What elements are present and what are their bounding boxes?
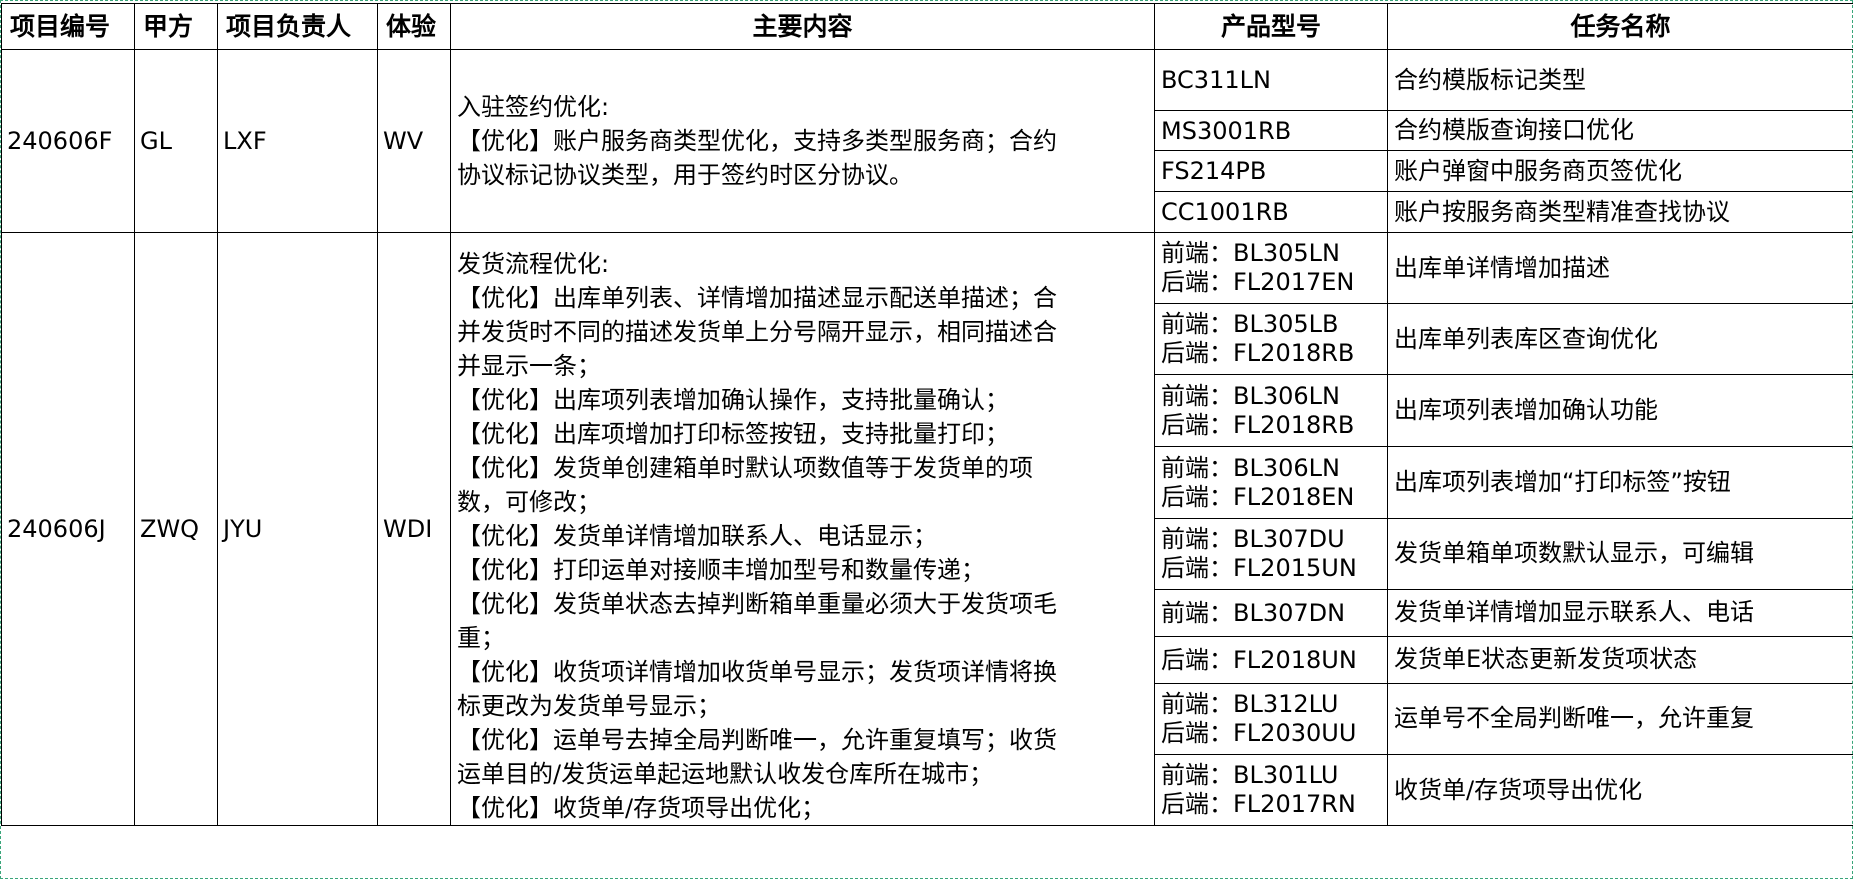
model-line: CC1001RB xyxy=(1161,198,1289,226)
spreadsheet: 项目编号 甲方 项目负责人 体验 主要内容 产品型号 任务名称 240606F G… xyxy=(0,0,1853,879)
header-content[interactable]: 主要内容 xyxy=(450,3,1155,50)
cell-model[interactable]: CC1001RB xyxy=(1154,191,1388,233)
table-row: 240606F GL LXF WV 入驻签约优化: 【优化】账户服务商类型优化，支持多类型… xyxy=(1,49,1853,233)
content-line: 重； xyxy=(457,624,505,652)
content-line: 【优化】出库单列表、详情增加描述显示配送单描述；合 xyxy=(457,284,1057,312)
model-line: 前端：BL307DU xyxy=(1161,524,1345,553)
content-line: 入驻签约优化: xyxy=(457,93,610,121)
cell-model[interactable]: MS3001RB xyxy=(1154,110,1388,151)
content-line: 【优化】出库项增加打印标签按钮，支持批量打印； xyxy=(457,420,1009,448)
model-line: 前端：BL306LN xyxy=(1161,381,1340,410)
model-line: 前端：BL312LU xyxy=(1161,689,1339,718)
cell-task[interactable]: 账户按服务商类型精准查找协议 xyxy=(1387,191,1853,233)
cell-task[interactable]: 发货单E状态更新发货项状态 xyxy=(1387,635,1853,684)
cell-experience[interactable]: WDI xyxy=(377,232,451,826)
model-line: 前端：BL306LN xyxy=(1161,453,1340,482)
content-line: 协议标记协议类型，用于签约时区分协议。 xyxy=(457,161,913,189)
header-project-id[interactable]: 项目编号 xyxy=(1,3,135,50)
cell-project-id[interactable]: 240606F xyxy=(1,49,135,233)
cell-task[interactable]: 出库单列表库区查询优化 xyxy=(1387,303,1853,376)
cell-task[interactable]: 合约模版查询接口优化 xyxy=(1387,110,1853,151)
cell-owner[interactable]: LXF xyxy=(217,49,378,233)
cell-model[interactable]: 前端：BL306LN 后端：FL2018EN xyxy=(1154,446,1388,519)
content-line: 并发货时不同的描述发货单上分号隔开显示，相同描述合 xyxy=(457,318,1057,346)
cell-project-id[interactable]: 240606J xyxy=(1,232,135,826)
table-row: 240606J ZWQ JYU WDI 发货流程优化: 【优化】出库单列表、详情增加描述显… xyxy=(1,231,1853,826)
cell-model[interactable]: 前端：BL305LB 后端：FL2018RB xyxy=(1154,303,1388,376)
header-owner[interactable]: 项目负责人 xyxy=(217,3,378,50)
content-line: 【优化】运单号去掉全局判断唯一，允许重复填写；收货 xyxy=(457,726,1057,754)
content-line: 【优化】出库项列表增加确认操作，支持批量确认； xyxy=(457,386,1009,414)
cell-model[interactable]: 前端：BL305LN 后端：FL2017EN xyxy=(1154,231,1388,305)
cell-task[interactable]: 发货单箱单项数默认显示，可编辑 xyxy=(1387,517,1853,590)
header-experience[interactable]: 体验 xyxy=(377,3,451,50)
cell-experience[interactable]: WV xyxy=(377,49,451,233)
project-table: 项目编号 甲方 项目负责人 体验 主要内容 产品型号 任务名称 240606F G… xyxy=(1,3,1853,827)
header-party-a[interactable]: 甲方 xyxy=(134,3,218,50)
content-line: 并显示一条； xyxy=(457,352,601,380)
cell-model[interactable]: 前端：BL306LN 后端：FL2018RB xyxy=(1154,374,1388,448)
cell-model[interactable]: FS214PB xyxy=(1154,150,1388,192)
model-line: BC311LN xyxy=(1161,66,1271,94)
model-line: 后端：FL2015UN xyxy=(1161,553,1357,582)
cell-model[interactable]: 前端：BL307DN xyxy=(1154,588,1388,637)
content-line: 【优化】发货单创建箱单时默认项数值等于发货单的项 xyxy=(457,454,1033,482)
model-line: 后端：FL2018RB xyxy=(1161,410,1355,439)
content-line: 标更改为发货单号显示； xyxy=(457,692,721,720)
cell-task[interactable]: 合约模版标记类型 xyxy=(1387,49,1853,111)
cell-content[interactable]: 入驻签约优化: 【优化】账户服务商类型优化，支持多类型服务商；合约 协议标记协议类型… xyxy=(450,49,1155,233)
model-line: MS3001RB xyxy=(1161,116,1292,145)
cell-model[interactable]: 后端：FL2018UN xyxy=(1154,635,1388,684)
cell-task[interactable]: 账户弹窗中服务商页签优化 xyxy=(1387,150,1853,192)
content-line: 【优化】发货单详情增加联系人、电话显示； xyxy=(457,522,937,550)
model-line: 前端：BL307DN xyxy=(1161,598,1346,627)
model-line: 前端：BL305LB xyxy=(1161,310,1339,339)
header-row: 项目编号 甲方 项目负责人 体验 主要内容 产品型号 任务名称 xyxy=(1,3,1853,50)
content-line: 【优化】打印运单对接顺丰增加型号和数量传递； xyxy=(457,556,985,584)
model-line: 前端：BL301LU xyxy=(1161,760,1339,789)
header-task[interactable]: 任务名称 xyxy=(1387,3,1853,50)
model-line: 后端：FL2017EN xyxy=(1161,268,1355,297)
content-line: 【优化】发货单状态去掉判断箱单重量必须大于发货项毛 xyxy=(457,590,1057,618)
model-line: 后端：FL2017RN xyxy=(1161,789,1356,818)
content-line: 运单目的/发货运单起运地默认收发仓库所在城市； xyxy=(457,760,994,788)
model-line: FS214PB xyxy=(1161,157,1267,185)
cell-party-a[interactable]: GL xyxy=(134,49,218,233)
cell-task[interactable]: 出库项列表增加确认功能 xyxy=(1387,374,1853,448)
cell-model[interactable]: 前端：BL307DU 后端：FL2015UN xyxy=(1154,517,1388,590)
cell-owner[interactable]: JYU xyxy=(217,232,378,826)
cell-task[interactable]: 发货单详情增加显示联系人、电话 xyxy=(1387,588,1853,637)
cell-model[interactable]: 前端：BL301LU 后端：FL2017RN xyxy=(1154,753,1388,827)
cell-model[interactable]: 前端：BL312LU 后端：FL2030UU xyxy=(1154,682,1388,755)
cell-model[interactable]: BC311LN xyxy=(1154,49,1388,111)
model-line: 前端：BL305LN xyxy=(1161,239,1340,268)
cell-task[interactable]: 收货单/存货项导出优化 xyxy=(1387,753,1853,827)
model-line: 后端：FL2018RB xyxy=(1161,339,1355,368)
header-model[interactable]: 产品型号 xyxy=(1154,3,1388,50)
cell-party-a[interactable]: ZWQ xyxy=(134,232,218,826)
content-line: 【优化】账户服务商类型优化，支持多类型服务商；合约 xyxy=(457,127,1057,155)
cell-task[interactable]: 出库项列表增加“打印标签”按钮 xyxy=(1387,446,1853,519)
content-line: 发货流程优化: xyxy=(457,250,610,278)
model-line: 后端：FL2018UN xyxy=(1161,645,1357,674)
cell-task[interactable]: 运单号不全局判断唯一，允许重复 xyxy=(1387,682,1853,755)
content-line: 【优化】收货项详情增加收货单号显示；发货项详情将换 xyxy=(457,658,1057,686)
table-body: 240606F GL LXF WV 入驻签约优化: 【优化】账户服务商类型优化，支持多类型… xyxy=(1,49,1853,827)
content-line: 数，可修改； xyxy=(457,488,601,516)
model-line: 后端：FL2018EN xyxy=(1161,482,1355,511)
cell-content[interactable]: 发货流程优化: 【优化】出库单列表、详情增加描述显示配送单描述；合 并发货时不同的描… xyxy=(450,232,1155,826)
content-line: 【优化】收货单/存货项导出优化； xyxy=(457,794,826,822)
cell-task[interactable]: 出库单详情增加描述 xyxy=(1387,231,1853,305)
model-line: 后端：FL2030UU xyxy=(1161,718,1357,747)
